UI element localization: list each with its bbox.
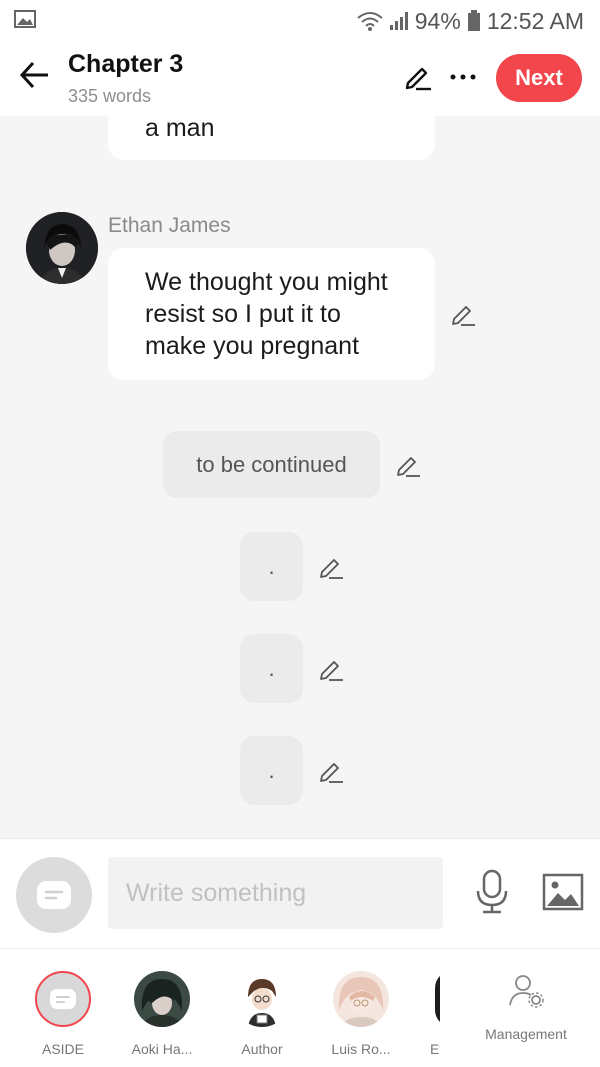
clock: 12:52 AM — [486, 7, 584, 34]
aside-avatar — [35, 971, 91, 1027]
more-options-icon[interactable] — [448, 62, 478, 92]
back-arrow-icon[interactable] — [18, 58, 52, 92]
composer-bar: Write something — [0, 838, 600, 948]
edit-narration-icon[interactable] — [394, 451, 422, 479]
narration-bubble[interactable]: . — [240, 736, 303, 805]
character-ethan[interactable]: Eth — [400, 971, 440, 1057]
narration-text: . — [268, 757, 275, 783]
aside-chat-icon — [50, 989, 76, 1009]
message-input[interactable]: Write something — [108, 857, 443, 929]
sender-name: Ethan James — [108, 214, 231, 237]
narration-bubble[interactable]: to be continued — [163, 431, 380, 498]
message-bubble[interactable]: We thought you might resist so I put it … — [108, 248, 435, 380]
edit-narration-icon[interactable] — [317, 757, 345, 785]
character-label: Author — [241, 1041, 283, 1057]
image-upload-icon[interactable] — [542, 873, 584, 911]
wifi-icon — [357, 12, 383, 31]
narration-bubble[interactable]: . — [240, 634, 303, 703]
character-aside[interactable]: ASIDE — [23, 971, 103, 1057]
author-avatar — [234, 971, 290, 1027]
message-text: a man — [145, 116, 215, 142]
word-count: 335 words — [68, 86, 152, 106]
management-label: Management — [485, 1026, 567, 1042]
user-settings-icon — [509, 975, 544, 1008]
signal-icon — [389, 12, 408, 30]
chat-area: a man Ethan James We thought you might r… — [0, 116, 600, 838]
message-line: We thought you might — [145, 268, 388, 296]
edit-message-icon[interactable] — [449, 300, 477, 328]
gallery-notification-icon — [14, 10, 36, 28]
character-label: ASIDE — [41, 1041, 84, 1057]
message-line: resist so I put it to — [145, 300, 341, 328]
character-bar: ASIDE Aoki Ha... Author Luis Ro... E Man… — [0, 948, 600, 1067]
management-button[interactable]: Management — [476, 973, 576, 1042]
narration-text: to be continued — [196, 451, 347, 477]
narration-text: . — [268, 655, 275, 681]
ethan-james-avatar[interactable] — [26, 212, 98, 284]
battery-percent: 94% — [414, 7, 461, 34]
character-luis[interactable]: Luis Ro... — [321, 971, 401, 1057]
aside-toggle-button[interactable] — [16, 857, 92, 933]
chapter-title: Chapter 3 — [68, 50, 184, 78]
edit-narration-icon[interactable] — [317, 655, 345, 683]
edit-chapter-icon[interactable] — [403, 62, 433, 92]
character-label: Luis Ro... — [331, 1041, 391, 1057]
narration-text: . — [268, 553, 275, 579]
luis-avatar — [333, 971, 389, 1027]
chapter-header: Chapter 3 335 words Next — [0, 42, 600, 116]
edit-narration-icon[interactable] — [317, 553, 345, 581]
character-label: Eth — [430, 1041, 440, 1057]
aoki-avatar — [134, 971, 190, 1027]
aside-chat-icon — [37, 881, 71, 909]
narration-bubble[interactable]: . — [240, 532, 303, 601]
next-button[interactable]: Next — [496, 54, 582, 102]
status-bar: 94% 12:52 AM — [0, 0, 600, 42]
ethan-avatar — [435, 971, 440, 1027]
message-line: make you pregnant — [145, 332, 360, 360]
microphone-icon[interactable] — [474, 869, 510, 915]
character-author[interactable]: Author — [222, 971, 302, 1057]
battery-icon — [467, 10, 480, 31]
character-aoki[interactable]: Aoki Ha... — [122, 971, 202, 1057]
character-label: Aoki Ha... — [131, 1041, 193, 1057]
message-bubble[interactable]: a man — [108, 116, 435, 160]
